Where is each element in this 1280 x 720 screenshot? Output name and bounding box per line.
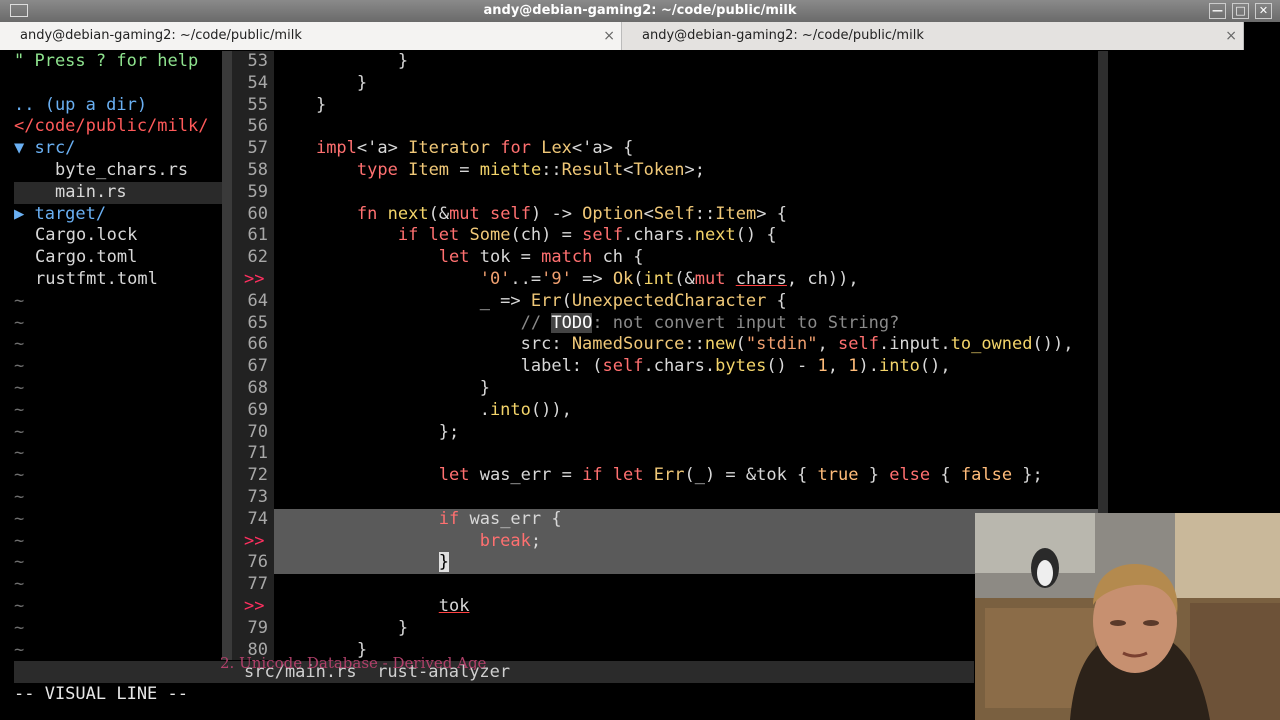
tree-file-cargo-toml[interactable]: Cargo.toml	[14, 247, 222, 269]
code-line: }	[275, 377, 490, 398]
empty-line-marker: ~	[14, 465, 25, 486]
webcam-overlay	[975, 513, 1280, 720]
tree-up-dir[interactable]: .. (up a dir)	[14, 95, 222, 117]
tree-file-main[interactable]: main.rs	[14, 181, 222, 204]
line-number: 64	[232, 290, 274, 313]
line-number: 79	[232, 617, 274, 640]
tree-file-cargo-lock[interactable]: Cargo.lock	[14, 225, 222, 247]
pane-separator[interactable]	[222, 51, 232, 660]
diagnostic-sign: >>	[232, 268, 274, 291]
line-number: 69	[232, 399, 274, 422]
code-line: }	[275, 51, 409, 71]
line-number: 59	[232, 181, 274, 204]
empty-line-marker: ~	[14, 312, 25, 333]
line-number: 74	[232, 508, 274, 531]
tab-close-icon[interactable]: ×	[1225, 22, 1237, 50]
tab-close-icon[interactable]: ×	[603, 22, 615, 50]
tab-bar: andy@debian-gaming2: ~/code/public/milk …	[0, 22, 1244, 50]
empty-line-marker: ~	[14, 486, 25, 507]
line-number: 72	[232, 465, 274, 487]
tab-label: andy@debian-gaming2: ~/code/public/milk	[642, 28, 924, 43]
line-number: 65	[232, 312, 274, 335]
line-number: 77	[232, 574, 274, 596]
line-number: 56	[232, 116, 274, 139]
tree-file-byte-chars[interactable]: byte_chars.rs	[14, 160, 222, 182]
empty-line-marker: ~	[14, 399, 25, 420]
empty-line-marker: ~	[14, 334, 25, 355]
empty-line-marker: ~	[14, 377, 25, 398]
code-line: label: (self.chars.bytes() - 1, 1).into(…	[275, 356, 951, 377]
empty-line-marker: ~	[14, 290, 25, 311]
diagnostic-sign: >>	[232, 595, 274, 618]
tree-dir-src[interactable]: ▼ src/	[14, 138, 222, 160]
line-number: 66	[232, 334, 274, 357]
text-cursor: }	[438, 552, 450, 573]
tab-terminal-2[interactable]: andy@debian-gaming2: ~/code/public/milk …	[622, 22, 1244, 50]
empty-line-marker: ~	[14, 617, 25, 638]
line-number: 73	[232, 486, 274, 509]
line-number: 54	[232, 72, 274, 95]
empty-line-marker: ~	[14, 508, 25, 529]
code-line: let was_err = if let Err(_) = &tok { tru…	[438, 465, 1043, 486]
file-tree-pane: " Press ? for help .. (up a dir) </code/…	[14, 51, 222, 660]
tab-label: andy@debian-gaming2: ~/code/public/milk	[20, 28, 302, 43]
line-number: 71	[232, 443, 274, 466]
line-number: 53	[232, 51, 274, 73]
empty-line-marker: ~	[14, 639, 25, 660]
empty-line-marker: ~	[14, 530, 25, 551]
empty-line-marker: ~	[14, 356, 25, 377]
code-line: fn next(&mut self) -> Option<Self::Item>…	[356, 203, 787, 224]
line-number: 58	[232, 159, 274, 182]
tree-help: " Press ? for help	[14, 51, 199, 71]
empty-line-marker: ~	[14, 574, 25, 595]
line-number: 67	[232, 356, 274, 378]
minimize-button[interactable]: —	[1209, 3, 1226, 19]
line-number: 61	[232, 225, 274, 248]
line-number: 55	[232, 94, 274, 117]
empty-line-marker: ~	[14, 421, 25, 442]
code-line: if let Some(ch) = self.chars.next() {	[397, 225, 777, 246]
code-line: src: NamedSource::new("stdin", self.inpu…	[275, 334, 1074, 355]
code-line: }	[275, 94, 327, 115]
empty-line-marker: ~	[14, 552, 25, 573]
tree-cwd: </code/public/milk/	[14, 116, 209, 137]
code-line: let tok = match ch {	[438, 247, 644, 268]
window-title: andy@debian-gaming2: ~/code/public/milk	[483, 3, 797, 18]
code-line: '0'..='9' => Ok(int(&mut chars, ch)),	[479, 268, 859, 289]
line-number: 60	[232, 203, 274, 226]
code-line: .into()),	[275, 399, 572, 420]
background-window-text: 2. Unicode Database - Derived Age	[220, 654, 487, 670]
line-number-gutter: 53 54 55 56 57 58 59 60 61 62 >> 64 65 66 67 68 69 70 71 72…	[232, 51, 274, 660]
line-number: 70	[232, 421, 274, 444]
mode-indicator: -- VISUAL LINE --	[14, 684, 188, 704]
empty-line-marker: ~	[14, 443, 25, 464]
code-line: type Item = miette::Result<Token>;	[356, 159, 706, 180]
close-button[interactable]: ✕	[1255, 3, 1272, 19]
code-line: // TODO: not convert input to String?	[520, 312, 900, 333]
tab-terminal-1[interactable]: andy@debian-gaming2: ~/code/public/milk …	[0, 22, 622, 50]
line-number: 76	[232, 552, 274, 575]
terminal-app-icon	[10, 4, 28, 17]
diagnostic-sign: >>	[232, 530, 274, 553]
maximize-button[interactable]: □	[1232, 3, 1249, 19]
code-line: _ => Err(UnexpectedCharacter {	[275, 290, 787, 311]
line-number: 57	[232, 138, 274, 160]
code-line: }	[275, 72, 368, 93]
line-number: 68	[232, 377, 274, 400]
code-editor[interactable]: 53 54 55 56 57 58 59 60 61 62 >> 64 65 66 67 68 69 70 71 72…	[232, 51, 1098, 660]
tree-dir-target[interactable]: ▶ target/	[14, 204, 222, 226]
tree-file-rustfmt[interactable]: rustfmt.toml	[14, 269, 222, 291]
code-line: };	[275, 421, 460, 442]
empty-line-marker: ~	[14, 595, 25, 616]
line-number: 62	[232, 247, 274, 269]
window-titlebar: andy@debian-gaming2: ~/code/public/milk …	[0, 0, 1280, 22]
code-line: impl<'a> Iterator for Lex<'a> {	[315, 138, 634, 159]
